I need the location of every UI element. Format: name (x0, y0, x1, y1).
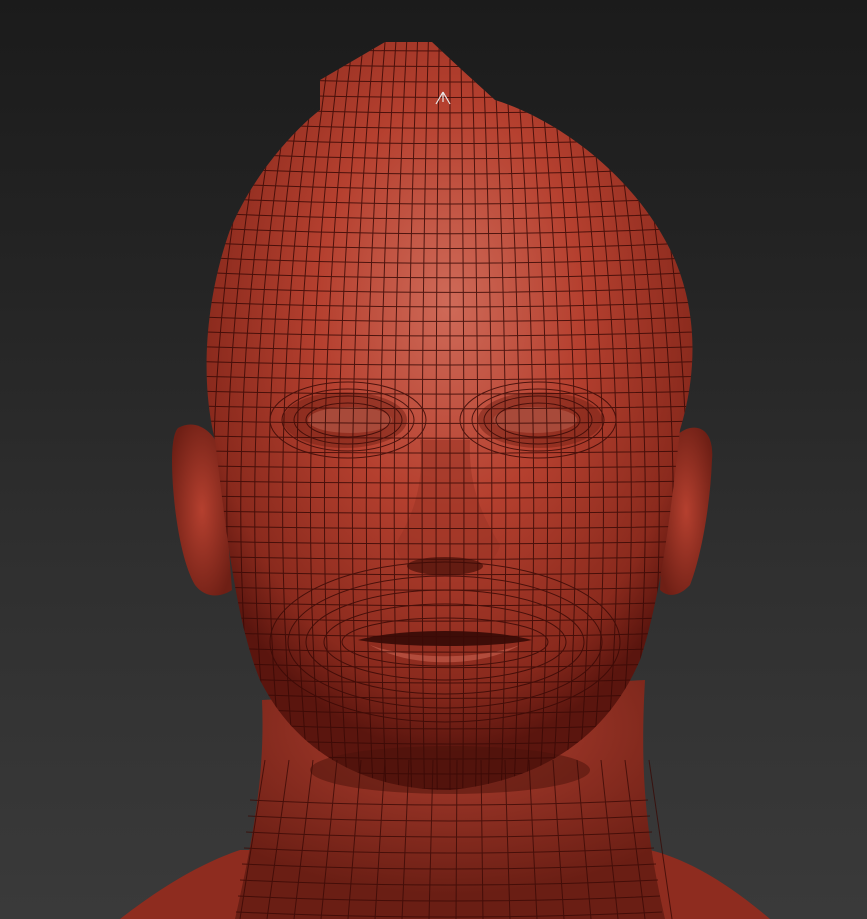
sculpt-mesh-canvas[interactable] (0, 0, 867, 919)
left-eye (308, 407, 392, 433)
3d-viewport[interactable] (0, 0, 867, 919)
wire-parallel (206, 44, 693, 52)
